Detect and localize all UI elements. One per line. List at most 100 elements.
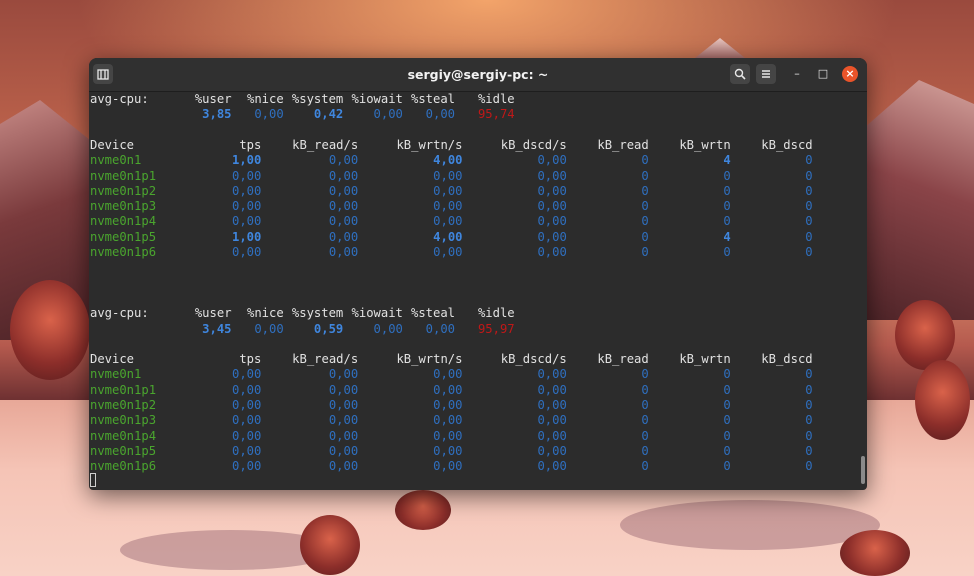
terminal-output[interactable]: avg-cpu: %user %nice %system %iowait %steal %i… — [89, 92, 859, 490]
device-value: 0 — [641, 382, 649, 397]
device-col-header: kB_dscd — [761, 352, 813, 367]
window-title: sergiy@sergiy-pc: ~ — [407, 67, 549, 82]
device-value: 0 — [723, 199, 731, 214]
wallpaper-tree — [840, 530, 910, 576]
device-name: nvme0n1 — [90, 367, 142, 382]
search-button[interactable] — [730, 64, 750, 84]
cpu-col-header: %iowait — [351, 92, 403, 106]
device-value: 0,00 — [433, 398, 463, 412]
device-name: nvme0n1p5 — [90, 443, 157, 458]
device-value: 0,00 — [328, 229, 359, 244]
device-value: 0,00 — [231, 428, 262, 443]
device-value: 0,00 — [231, 413, 262, 428]
maximize-button[interactable]: □ — [815, 66, 831, 82]
cpu-col-header: %idle — [477, 306, 515, 321]
terminal-scrollbar[interactable] — [861, 456, 865, 484]
cpu-value: 95,74 — [477, 107, 515, 122]
minimize-button[interactable]: – — [789, 66, 805, 82]
device-value: 4,00 — [433, 153, 463, 168]
device-name: nvme0n1p6 — [90, 459, 157, 474]
device-value: 0,00 — [231, 245, 262, 259]
device-value: 0,00 — [433, 459, 463, 474]
device-col-header: kB_read — [597, 137, 649, 152]
device-value: 0 — [641, 428, 649, 443]
wallpaper-tree — [300, 515, 360, 575]
device-value: 0 — [805, 428, 813, 443]
device-value: 0 — [641, 367, 649, 382]
cpu-value: 0,42 — [313, 107, 344, 122]
device-name: nvme0n1p3 — [90, 199, 157, 214]
device-value: 0,00 — [231, 214, 262, 229]
device-value: 0,00 — [328, 382, 359, 397]
device-value: 0 — [805, 367, 813, 382]
device-value: 0,00 — [537, 428, 567, 443]
device-value: 0 — [641, 459, 649, 474]
device-value: 0,00 — [537, 168, 567, 183]
device-value: 0,00 — [537, 229, 567, 244]
cpu-value: 0,00 — [373, 107, 403, 122]
device-value: 0,00 — [231, 398, 262, 412]
device-value: 0 — [641, 183, 649, 198]
cpu-col-header: %nice — [247, 306, 284, 321]
cpu-col-header: %steal — [411, 92, 456, 106]
device-value: 0,00 — [231, 183, 262, 198]
device-value: 0,00 — [433, 428, 463, 443]
device-value: 0,00 — [433, 443, 463, 458]
device-col-header: kB_dscd/s — [500, 352, 567, 367]
device-name: nvme0n1p4 — [90, 214, 157, 229]
device-value: 0,00 — [537, 382, 567, 397]
device-value: 0 — [805, 413, 813, 428]
new-tab-button[interactable] — [93, 64, 113, 84]
device-name: nvme0n1p1 — [90, 168, 157, 183]
device-value: 0,00 — [328, 413, 359, 428]
device-col-header: kB_dscd/s — [500, 137, 567, 152]
device-col-header: tps — [239, 137, 262, 152]
cpu-col-header: %user — [194, 92, 232, 106]
device-value: 0,00 — [328, 459, 359, 474]
device-value: 0,00 — [433, 168, 463, 183]
device-value: 0 — [723, 398, 731, 412]
cpu-value: 3,85 — [202, 107, 232, 122]
wallpaper-shadow — [620, 500, 880, 550]
cpu-value: 0,59 — [313, 321, 344, 336]
cpu-value: 0,00 — [425, 321, 456, 336]
device-value: 0 — [641, 153, 649, 168]
terminal-window[interactable]: sergiy@sergiy-pc: ~ – □ × avg-cpu: %user… — [89, 58, 867, 490]
device-value: 0 — [723, 459, 731, 474]
device-value: 0,00 — [537, 214, 567, 229]
device-col-header: kB_wrtn/s — [396, 137, 463, 152]
close-button[interactable]: × — [842, 66, 858, 82]
device-value: 0 — [723, 214, 731, 229]
cpu-col-header: %iowait — [351, 306, 403, 321]
device-value: 0,00 — [537, 153, 567, 168]
device-value: 0,00 — [328, 153, 359, 168]
device-name: nvme0n1p5 — [90, 229, 157, 244]
device-value: 0,00 — [328, 183, 359, 198]
device-value: 0,00 — [231, 199, 262, 214]
device-value: 0,00 — [328, 367, 359, 382]
device-value: 0,00 — [231, 459, 262, 474]
device-col-header: Device — [90, 352, 135, 367]
device-value: 0,00 — [537, 398, 567, 412]
terminal-cursor — [90, 473, 96, 487]
menu-button[interactable] — [756, 64, 776, 84]
device-name: nvme0n1 — [90, 153, 142, 168]
device-value: 0 — [641, 413, 649, 428]
cpu-col-header: %system — [291, 92, 344, 106]
device-value: 0,00 — [328, 199, 359, 214]
device-value: 0,00 — [537, 245, 567, 259]
device-col-header: kB_wrtn — [679, 137, 731, 152]
device-value: 0 — [723, 382, 731, 397]
device-value: 0,00 — [328, 245, 359, 259]
wallpaper-tree — [10, 280, 90, 380]
device-value: 0 — [805, 199, 813, 214]
device-value: 0 — [641, 443, 649, 458]
cpu-value: 0,00 — [425, 107, 456, 122]
cpu-col-header: %steal — [411, 306, 456, 321]
device-value: 0 — [723, 245, 731, 259]
device-value: 4 — [723, 153, 731, 168]
device-col-header: kB_read — [597, 352, 649, 367]
device-value: 0 — [805, 443, 813, 458]
cpu-value: 0,00 — [373, 321, 403, 336]
terminal-titlebar[interactable]: sergiy@sergiy-pc: ~ – □ × — [89, 58, 867, 92]
